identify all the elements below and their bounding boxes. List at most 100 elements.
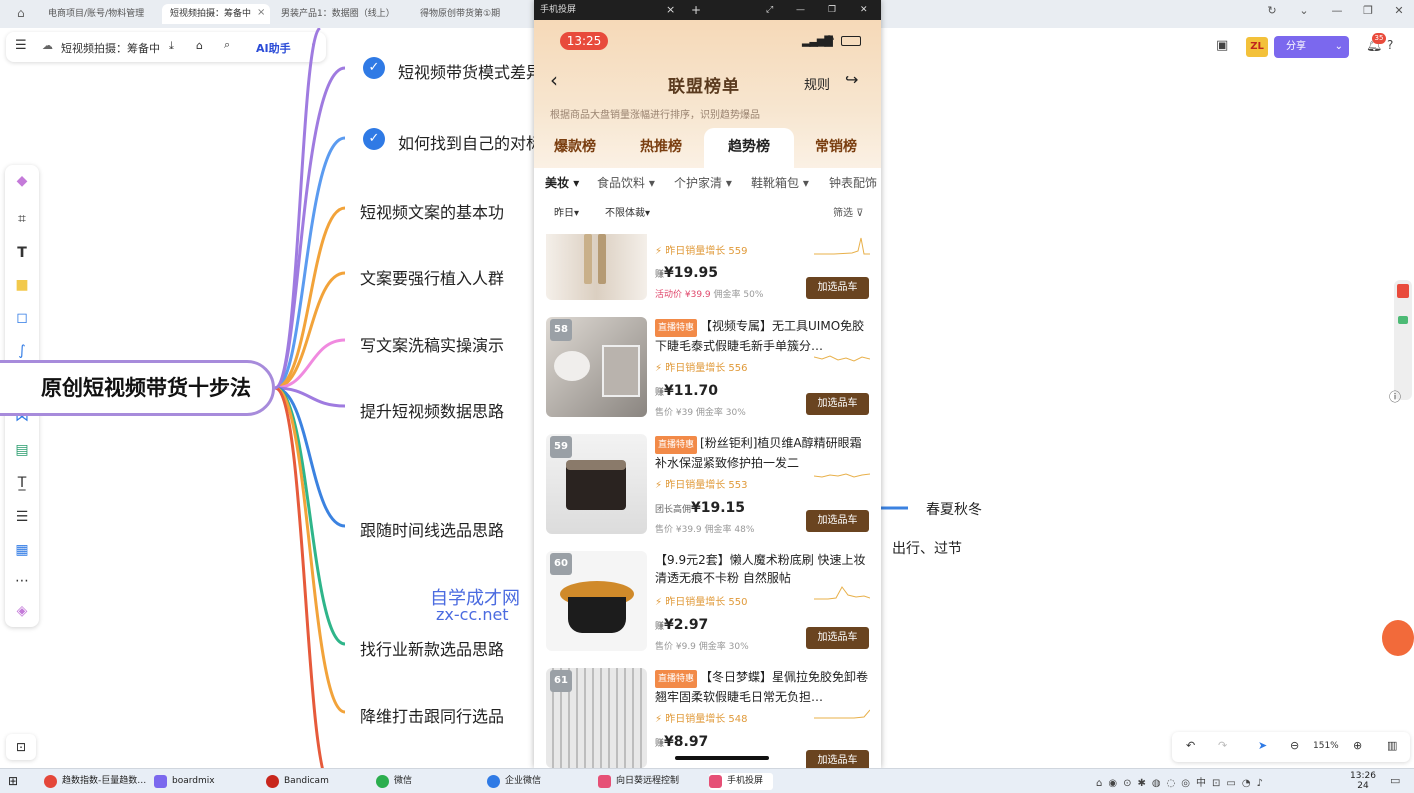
avatar[interactable]: ZL <box>1246 37 1268 57</box>
checkbox-checked-icon[interactable]: ✓ <box>363 57 385 79</box>
windows-start-icon[interactable]: ⊞ <box>8 774 18 788</box>
price-value: ¥2.97 <box>664 617 709 633</box>
category-food[interactable]: 食品饮料 ▾ <box>597 174 655 191</box>
close-window-icon[interactable]: ✕ <box>860 0 868 20</box>
mirror-icon <box>709 775 722 788</box>
product-image[interactable] <box>546 234 647 300</box>
browser-tab[interactable]: 男装产品1：数据圈（线上） <box>273 4 393 24</box>
refresh-icon[interactable]: ↻ <box>1263 4 1281 17</box>
extension-icon[interactable] <box>1397 284 1409 298</box>
zoom-level[interactable]: 151% <box>1313 741 1339 751</box>
add-to-cart-button[interactable]: 加选品车 <box>806 627 869 649</box>
help-icon[interactable]: ? <box>1387 38 1393 52</box>
add-to-cart-button[interactable]: 加选品车 <box>806 277 869 299</box>
trend-sparkline <box>814 586 870 600</box>
taskbar-item[interactable]: Bandicam <box>266 773 329 790</box>
zoom-out-icon[interactable]: ⊖ <box>1290 739 1299 752</box>
mindmap-child-node[interactable]: 出行、过节 <box>892 538 962 558</box>
undo-icon[interactable]: ↶ <box>1186 739 1195 752</box>
product-card[interactable]: 58 直播特惠 【视频专属】无工具UIMO免胶下睫毛泰式假睫毛新手单簇分… ⚡ 昨… <box>534 317 881 434</box>
trend-sparkline <box>814 355 870 362</box>
checkbox-checked-icon[interactable]: ✓ <box>363 128 385 150</box>
wecom-icon <box>487 775 500 788</box>
expand-icon[interactable]: ⤢ <box>766 0 773 20</box>
tab-trend[interactable]: 趋势榜 <box>728 136 770 156</box>
product-card[interactable]: 61 直播特惠 【冬日梦蝶】星佩拉免胶免卸卷翘牢固柔软假睫毛日常无负担… ⚡ 昨日… <box>534 668 881 768</box>
category-watches[interactable]: 钟表配饰 <box>829 174 877 191</box>
close-tab-icon[interactable]: × <box>257 7 265 18</box>
sales-growth: ⚡ 昨日销量增长 550 <box>655 597 748 608</box>
redo-icon[interactable]: ↷ <box>1218 739 1227 752</box>
restore-icon[interactable]: ❐ <box>828 0 836 20</box>
share-button[interactable]: 分享 ⌄ <box>1274 36 1349 58</box>
screen-filter-label: 筛选 <box>833 208 853 219</box>
taskbar-item[interactable]: 趋数指数-巨量趋数… <box>44 773 146 790</box>
mindmap-node[interactable]: 文案要强行植入人群 <box>360 265 504 289</box>
date-filter[interactable]: 昨日▾ <box>554 204 579 219</box>
chevron-down-icon[interactable]: ⌄ <box>1295 4 1313 17</box>
close-window-icon[interactable]: ✕ <box>1390 4 1408 17</box>
mascot-icon[interactable] <box>1382 620 1414 656</box>
mindmap-child-node[interactable]: 春夏秋冬 <box>926 499 982 519</box>
mindmap-node[interactable]: 找行业新款选品思路 <box>360 636 504 660</box>
watermark-url: zx-cc.net <box>436 605 509 624</box>
add-to-cart-button[interactable]: 加选品车 <box>806 393 869 415</box>
share-icon[interactable]: ↪ <box>845 70 858 89</box>
minimize-icon[interactable]: — <box>1328 4 1346 17</box>
product-image[interactable]: 58 <box>546 317 647 417</box>
minimap-icon[interactable]: ⊡ <box>6 734 36 760</box>
taskbar-item[interactable]: 微信 <box>376 773 412 790</box>
rules-link[interactable]: 规则 <box>804 74 830 93</box>
add-to-cart-button[interactable]: 加选品车 <box>806 510 869 532</box>
tab-promoted[interactable]: 热推榜 <box>640 136 682 156</box>
mindmap-node[interactable]: 如何找到自己的对标 <box>398 130 542 154</box>
product-image[interactable]: 60 <box>546 551 647 651</box>
mindmap-node[interactable]: 提升短视频数据思路 <box>360 398 504 422</box>
mindmap-node[interactable]: 写文案洗稿实操演示 <box>360 332 504 356</box>
back-icon[interactable]: ‹ <box>550 68 558 92</box>
mindmap-node[interactable]: 短视频带货模式差异 <box>398 59 542 83</box>
mindmap-node[interactable]: 短视频文案的基本功 <box>360 199 504 223</box>
trend-sparkline <box>814 237 870 255</box>
taskbar-item[interactable]: boardmix <box>154 773 215 790</box>
info-icon[interactable]: ⓘ <box>1389 388 1401 405</box>
mindmap-node[interactable]: 跟随时间线选品思路 <box>360 517 504 541</box>
browser-tab[interactable]: 电商项目/账号/物料管理 <box>40 4 150 24</box>
tab-hot[interactable]: 爆款榜 <box>554 136 596 156</box>
browser-tab[interactable]: 得物原创带货第①期 <box>412 4 522 24</box>
clock[interactable]: 13:26 24 <box>1350 771 1376 791</box>
zoom-in-icon[interactable]: ⊕ <box>1353 739 1362 752</box>
select-cursor-icon[interactable]: ➤ <box>1258 739 1267 752</box>
home-icon[interactable]: ⌂ <box>17 6 25 20</box>
browser-tab-active[interactable]: 短视频拍摄：筹备中 <box>162 4 270 24</box>
taskbar-item[interactable]: 企业微信 <box>487 773 541 790</box>
product-card[interactable]: 59 直播特惠 [粉丝钜利]植贝维A醇精研眼霜补水保湿紧致修护拍一发二 ⚡ 昨日销… <box>534 434 881 551</box>
add-tab-icon[interactable]: + <box>691 0 701 20</box>
sale-price: 售价 ¥39.9 <box>655 525 702 535</box>
sale-price: 售价 ¥39 <box>655 408 694 418</box>
chevron-down-icon[interactable]: ⌄ <box>1335 36 1343 58</box>
category-beauty[interactable]: 美妆 ▾ <box>545 174 579 191</box>
product-card[interactable]: 60 【9.9元2套】懒人魔术粉底刷 快速上妆 清透无痕不卡粉 自然服帖 ⚡ 昨… <box>534 551 881 668</box>
screen-filter[interactable]: 筛选 ⊽ <box>833 204 864 219</box>
present-icon[interactable]: ▣ <box>1216 38 1228 53</box>
map-view-icon[interactable]: ▥ <box>1387 739 1397 752</box>
product-card[interactable]: ⚡ 昨日销量增长 559 赚¥19.95 活动价 ¥39.9 佣金率 50% 加… <box>534 234 881 304</box>
product-image[interactable]: 61 <box>546 668 647 768</box>
tab-steady[interactable]: 常销榜 <box>815 136 857 156</box>
type-filter[interactable]: 不限体裁▾ <box>605 204 650 219</box>
notification-center-icon[interactable]: ▭ <box>1390 774 1400 787</box>
add-to-cart-button[interactable]: 加选品车 <box>806 750 869 768</box>
mindmap-node[interactable]: 降维打击跟同行选品 <box>360 703 504 727</box>
minimize-icon[interactable]: — <box>796 0 805 20</box>
system-tray-icons[interactable]: ⌂◉⊙✱◍◌◎中⊡▭◔♪ <box>1096 774 1269 789</box>
category-shoes[interactable]: 鞋靴箱包 ▾ <box>751 174 809 191</box>
product-image[interactable]: 59 <box>546 434 647 534</box>
taskbar-item[interactable]: 向日葵远程控制 <box>598 773 679 790</box>
category-label: 鞋靴箱包 <box>751 176 800 190</box>
mindmap-root-node[interactable]: 原创短视频带货十步法 <box>0 360 275 416</box>
taskbar-item-active[interactable]: 手机投屏 <box>709 773 774 790</box>
restore-icon[interactable]: ❐ <box>1359 4 1377 17</box>
category-care[interactable]: 个护家清 ▾ <box>674 174 732 191</box>
close-tab-icon[interactable]: × <box>666 0 675 20</box>
